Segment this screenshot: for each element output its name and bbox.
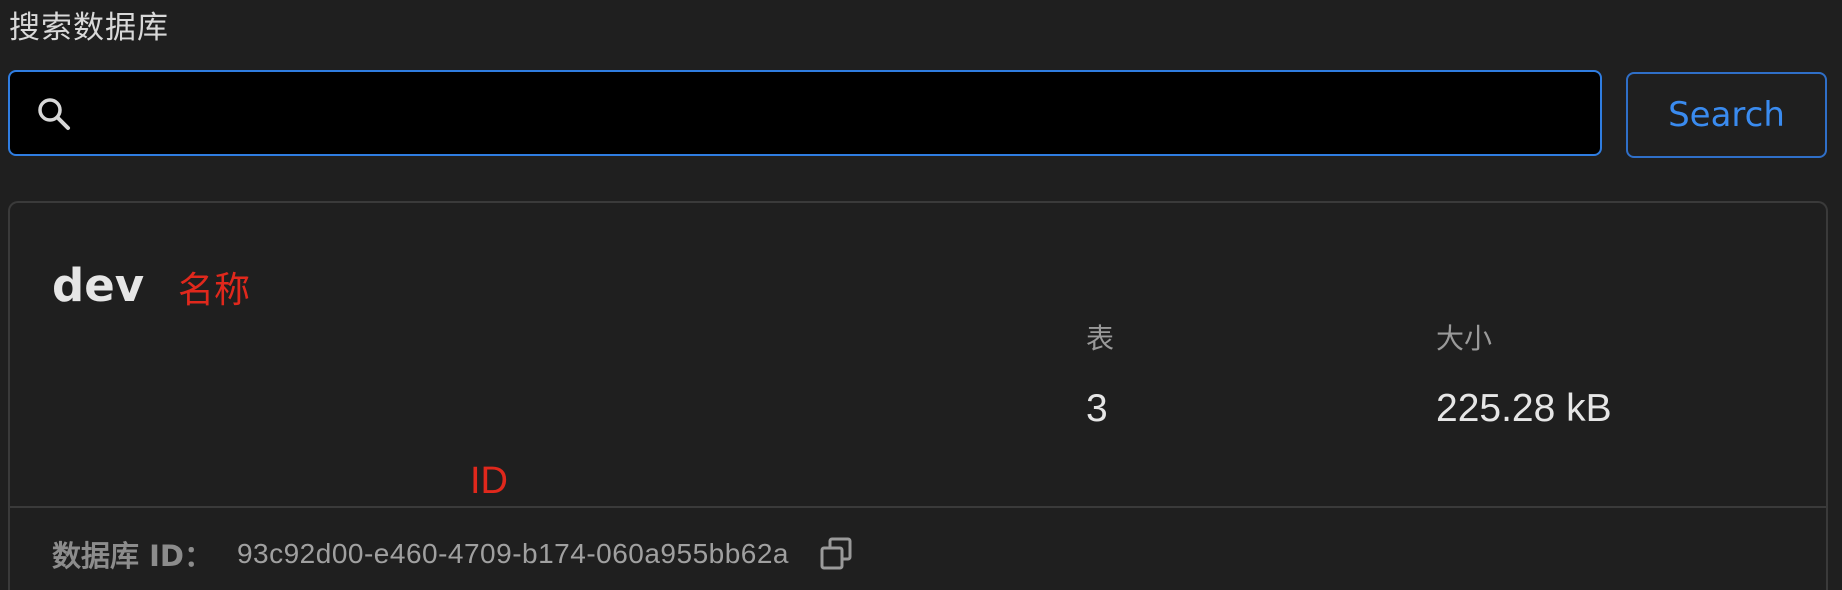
card-divider xyxy=(10,506,1826,508)
search-section-title: 搜索数据库 xyxy=(9,10,169,46)
tables-stat-value: 3 xyxy=(1086,387,1108,430)
database-id-row: 数据库 ID： 93c92d00-e460-4709-b174-060a955b… xyxy=(52,527,857,581)
annotation-id-note: ID xyxy=(470,460,508,502)
search-button[interactable]: Search xyxy=(1626,72,1827,158)
size-stat-label: 大小 xyxy=(1436,322,1493,355)
annotation-name-note: 名称 xyxy=(178,270,251,311)
tables-stat-label: 表 xyxy=(1086,322,1115,355)
search-box[interactable] xyxy=(8,70,1602,156)
search-icon xyxy=(38,98,70,130)
database-id-value: 93c92d00-e460-4709-b174-060a955bb62a xyxy=(236,538,790,569)
database-card[interactable]: dev 名称 表 3 大小 225.28 kB ID 数据库 ID： 93c92… xyxy=(8,201,1828,590)
database-name: dev xyxy=(52,259,145,312)
database-id-label: 数据库 ID： xyxy=(52,539,213,573)
database-search-page: 搜索数据库 Search dev 名称 表 3 大小 225.28 kB ID … xyxy=(0,0,1842,590)
search-input[interactable] xyxy=(96,82,1584,146)
copy-icon[interactable] xyxy=(817,534,857,574)
size-stat-value: 225.28 kB xyxy=(1436,387,1612,430)
